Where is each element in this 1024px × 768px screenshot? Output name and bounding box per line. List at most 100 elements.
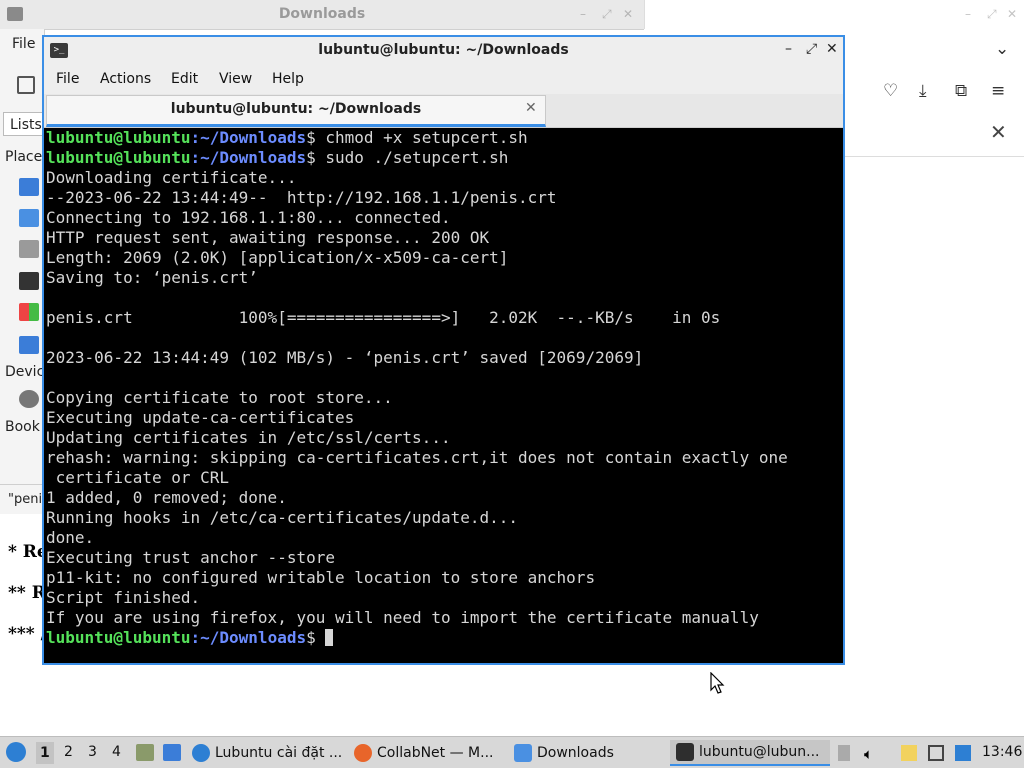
terminal-line: Script finished. [46,588,201,607]
task-terminal[interactable]: lubuntu@lubun... [670,740,830,766]
workspace-3[interactable]: 3 [88,744,97,760]
terminal-line: Downloading certificate... [46,168,297,187]
menu-icon[interactable]: ≡ [991,81,1005,101]
taskbar: 1 2 3 4 Lubuntu cài đặt ... CollabNet — … [0,736,1024,768]
menu-help[interactable]: Help [272,71,304,87]
file-manager-title: Downloads [278,6,366,22]
workspace-2[interactable]: 2 [64,744,73,760]
terminal-line: --2023-06-22 13:44:49-- http://192.168.1… [46,188,557,207]
tab-lists[interactable]: Lists [3,112,43,136]
bookmarks-label: Book [5,419,40,435]
close-icon[interactable]: ✕ [826,41,838,57]
show-desktop-icon[interactable] [163,744,181,761]
close-tab-icon[interactable]: ✕ [525,100,537,116]
recent-folder-icon[interactable] [19,336,39,354]
close-icon[interactable]: ✕ [1007,7,1017,21]
terminal-line: lubuntu@lubuntu:~/Downloads$ sudo ./setu… [46,148,841,168]
task-firefox[interactable]: CollabNet — M... [354,740,506,766]
minimize-icon[interactable]: – [785,41,792,57]
volume-icon[interactable]: 🔈︎ [864,745,880,763]
file-manager-titlebar: Downloads – ⤢ ✕ [0,0,644,30]
minimize-icon[interactable]: – [580,7,586,21]
task-lubuntu-installer[interactable]: Lubuntu cài đặt ... [192,740,350,766]
page-text-line: ** R [8,583,46,603]
places-label: Place [5,149,43,165]
prompt-user: lubuntu@lubuntu [46,128,191,147]
window-title: lubuntu@lubuntu: ~/Downloads [318,42,569,58]
mouse-pointer-icon [710,672,725,694]
pocket-icon[interactable]: ♡ [883,81,898,101]
prompt-path: :~/Downloads [190,128,307,147]
close-icon[interactable]: ✕ [623,7,633,21]
minimize-icon[interactable]: – [965,7,971,21]
terminal-line: certificate or CRL [46,468,230,487]
terminal-titlebar[interactable]: >_ lubuntu@lubuntu: ~/Downloads – ⤢ ✕ [44,37,843,66]
drive-icon[interactable] [19,390,39,408]
workspace-4[interactable]: 4 [112,744,121,760]
maximize-icon[interactable]: ⤢ [987,7,997,22]
text-cursor [325,629,334,646]
prompt-user: lubuntu@lubuntu [46,148,191,167]
tab-label: lubuntu@lubuntu: ~/Downloads [170,101,422,117]
devices-label: Devic [5,364,45,380]
network-icon[interactable] [928,745,944,761]
prompt-symbol: $ [306,148,326,167]
desktop-icon[interactable] [19,209,39,227]
menu-file[interactable]: File [12,36,35,52]
terminal-line: lubuntu@lubuntu:~/Downloads$ chmod +x se… [46,128,841,148]
terminal-line: Executing trust anchor --store [46,548,335,567]
download-icon[interactable]: ⤓ [919,81,927,101]
browser-titlebar: – ⤢ ✕ [644,0,1024,29]
menu-edit[interactable]: Edit [171,71,198,87]
trash-icon[interactable] [19,240,39,258]
terminal-line: Executing update-ca-certificates [46,408,355,427]
menu-view[interactable]: View [219,71,252,87]
close-icon[interactable]: ✕ [990,120,1007,144]
home-folder-icon[interactable] [19,178,39,196]
terminal-window: >_ lubuntu@lubuntu: ~/Downloads – ⤢ ✕ Fi… [42,35,845,665]
terminal-output[interactable]: lubuntu@lubuntu:~/Downloads$ chmod +x se… [46,128,841,663]
file-manager-launcher-icon[interactable] [136,744,154,761]
prompt-symbol: $ [306,128,326,147]
start-menu-icon[interactable] [6,742,26,762]
scroll-handle-icon[interactable] [838,745,850,761]
menu-file[interactable]: File [56,71,79,87]
task-label: lubuntu@lubun... [699,744,820,760]
firefox-icon [354,744,372,762]
terminal-line: If you are using firefox, you will need … [46,608,759,627]
terminal-line: Saving to: ‘penis.crt’ [46,268,258,287]
maximize-icon[interactable]: ⤢ [806,41,817,57]
clipboard-icon[interactable] [901,745,917,761]
terminal-line: HTTP request sent, awaiting response... … [46,228,490,247]
terminal-line: Connecting to 192.168.1.1:80... connecte… [46,208,451,227]
menubar: File Actions Edit View Help [44,65,843,94]
menu-actions[interactable]: Actions [100,71,151,87]
updates-icon[interactable] [955,745,971,761]
applications-icon[interactable] [19,303,39,321]
prompt-symbol: $ [306,628,326,647]
maximize-icon[interactable]: ⤢ [602,7,612,22]
terminal-line: p11-kit: no configured writable location… [46,568,596,587]
terminal-line: Running hooks in /etc/ca-certificates/up… [46,508,519,527]
terminal-prompt-line[interactable]: lubuntu@lubuntu:~/Downloads$ [46,628,841,648]
extensions-icon[interactable]: ⧉ [955,81,967,101]
terminal-line: done. [46,528,95,547]
new-window-icon[interactable] [17,76,35,94]
prompt-path: :~/Downloads [190,628,307,647]
clock[interactable]: 13:46 [982,744,1022,760]
task-downloads[interactable]: Downloads [514,740,664,766]
computer-icon[interactable] [19,272,39,290]
terminal-tab[interactable]: lubuntu@lubuntu: ~/Downloads ✕ [46,95,546,127]
command-text: chmod +x setupcert.sh [325,128,528,147]
terminal-line: Updating certificates in /etc/ssl/certs.… [46,428,451,447]
workspace-1[interactable]: 1 [36,742,54,764]
terminal-line: rehash: warning: skipping ca-certificate… [46,448,788,467]
chevron-down-icon[interactable]: ⌄ [995,39,1009,59]
task-label: Lubuntu cài đặt ... [215,745,343,761]
tab-bar: lubuntu@lubuntu: ~/Downloads ✕ [44,94,843,128]
terminal-line: Length: 2069 (2.0K) [application/x-x509-… [46,248,509,267]
prompt-path: :~/Downloads [190,148,307,167]
